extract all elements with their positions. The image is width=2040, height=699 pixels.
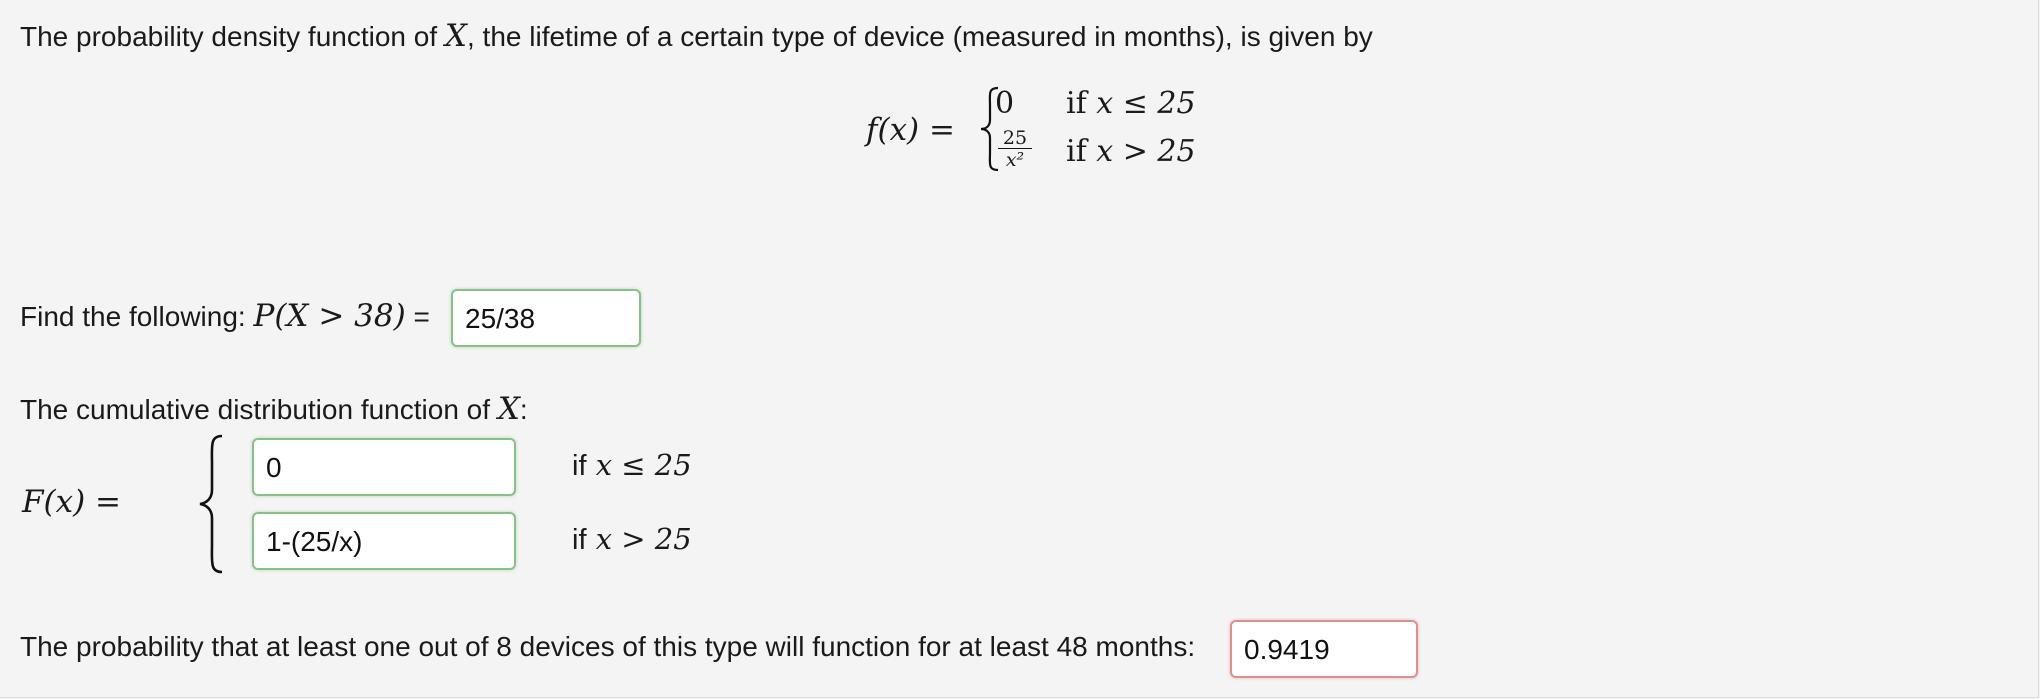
pdf-case2-condition: if x > 25 — [1066, 134, 1196, 169]
q1-expression: P(X > 38) — [253, 298, 406, 334]
q3-answer-field[interactable]: 0.9419 — [1230, 620, 1418, 678]
pdf-case2-denominator: x² — [1005, 149, 1025, 171]
q1-answer-field[interactable]: 25/38 — [451, 289, 641, 347]
problem-panel — [0, 0, 2039, 698]
cdf-lhs: F(x) = — [22, 484, 122, 520]
pdf-case1-value: 0 — [995, 86, 1015, 121]
cdf-case2-condition: if x > 25 — [572, 522, 692, 556]
pdf-case2-numerator: 25 — [998, 128, 1032, 149]
cdf-heading: The cumulative distribution function of … — [20, 391, 528, 427]
cdf-case1-condition: if x ≤ 25 — [572, 448, 692, 482]
q1-prompt: Find the following: P(X > 38) = — [20, 298, 430, 334]
pdf-case1-condition: if x ≤ 25 — [1066, 86, 1196, 121]
cdf-case1-answer-field[interactable]: 0 — [252, 438, 516, 496]
q3-prompt: The probability that at least one out of… — [20, 631, 1196, 662]
cdf-brace — [199, 434, 223, 574]
cdf-case2-answer-field[interactable]: 1-(25/x) — [252, 512, 516, 570]
intro-text: The probability density function of X, t… — [20, 18, 1373, 54]
q1-prefix: Find the following: — [20, 301, 246, 332]
intro-before: The probability density function of — [20, 21, 438, 52]
q1-equals: = — [413, 301, 430, 332]
pdf-case2-fraction: 25 x² — [998, 128, 1032, 171]
intro-after: , the lifetime of a certain type of devi… — [467, 21, 1373, 52]
intro-var: X — [444, 18, 467, 54]
pdf-lhs: f(x) = — [866, 112, 955, 148]
